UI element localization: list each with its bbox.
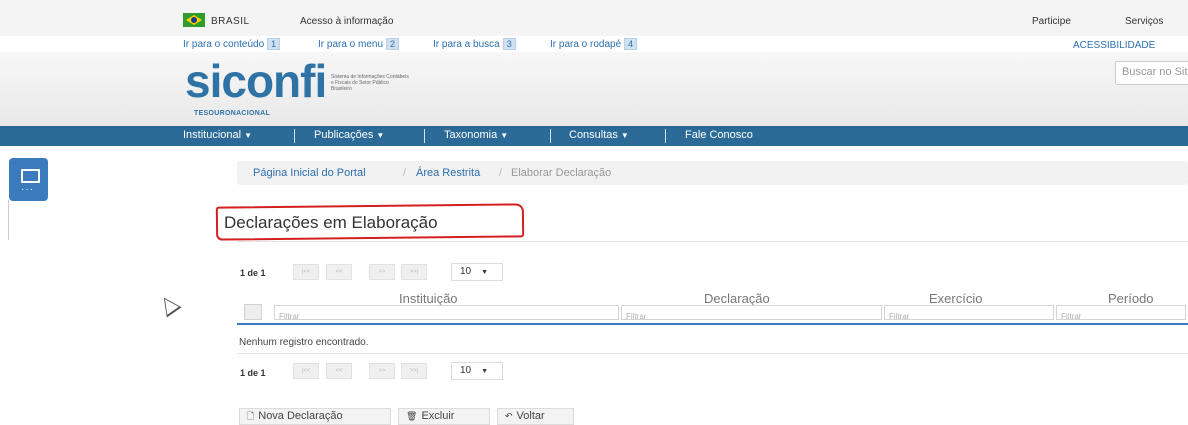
skip-link-label: Ir para o menu [318,39,384,50]
skip-link-key: 4 [624,38,638,50]
breadcrumb-home[interactable]: Página Inicial do Portal [253,167,366,179]
filter-declaracao[interactable] [621,305,882,323]
rows-per-page-value: 10 [460,365,472,376]
prev-page-button[interactable]: << [326,264,352,280]
prev-page-button[interactable]: << [326,363,352,379]
first-page-button[interactable]: |<< [293,264,319,280]
last-page-button[interactable]: >>| [401,363,427,379]
acessibilidade-link[interactable]: ACESSIBILIDADE [1073,40,1155,51]
skip-to-footer-link[interactable]: Ir para o rodapé 4 [550,38,638,50]
skip-link-label: Ir para o rodapé [550,39,622,50]
filter-input[interactable] [1057,310,1187,323]
accessibility-widget[interactable]: ··· [9,158,48,201]
paginator-bottom: 1 de 1 [240,368,266,378]
more-icon: ··· [21,184,34,195]
column-header-exercicio[interactable]: Exercício [929,291,982,306]
skip-link-key: 3 [502,38,516,50]
excluir-button[interactable]: 🗑 Excluir [398,408,490,425]
nav-fale-conosco[interactable]: Fale Conosco [685,129,753,141]
tesouro-nacional-logo: TESOURONACIONAL [194,110,271,117]
divider [237,353,1188,354]
filter-input[interactable] [275,310,609,323]
voltar-button[interactable]: ↶ Voltar [497,408,574,425]
column-header-instituicao[interactable]: Instituição [399,291,458,306]
site-header [0,52,1188,126]
brazil-flag-icon[interactable] [183,13,205,27]
nav-consultas[interactable]: Consultas ▼ [569,129,629,141]
breadcrumb-separator: / [403,167,407,179]
breadcrumb-area-restrita[interactable]: Área Restrita [416,167,480,179]
page-title: Declarações em Elaboração [224,213,438,232]
skip-link-key: 2 [386,38,400,50]
filter-input[interactable] [885,310,1053,323]
rows-per-page-select[interactable]: 10 ▼ [451,362,503,380]
servicos-link[interactable]: Serviços [1125,16,1163,27]
empty-message: Nenhum registro encontrado. [239,337,369,348]
skip-to-menu-link[interactable]: Ir para o menu 2 [318,38,400,50]
main-nav: Institucional ▼ Publicações ▼ Taxonomia ▼ C… [0,126,1188,146]
page-count: 1 de 1 [240,268,266,278]
nova-declaracao-button[interactable]: 🗋 Nova Declaração [239,408,391,425]
search-input[interactable] [1116,62,1188,82]
button-label: Voltar [516,410,545,422]
nav-publicacoes[interactable]: Publicações ▼ [314,129,384,141]
divider [8,200,9,240]
gov-bar: BRASIL Acesso à informação Participe Ser… [0,0,1188,36]
column-header-periodo[interactable]: Período [1108,291,1154,306]
nav-taxonomia[interactable]: Taxonomia ▼ [444,129,508,141]
button-label: Excluir [421,410,455,422]
filter-instituicao[interactable] [274,305,619,323]
caret-down-icon: ▼ [376,131,385,140]
siconfi-logo[interactable]: siconfi [185,58,327,104]
nav-institucional[interactable]: Institucional ▼ [183,129,252,141]
filter-periodo[interactable] [1056,305,1187,323]
nav-label: Institucional [183,129,242,141]
site-search[interactable] [1115,61,1188,85]
column-header-declaracao[interactable]: Declaração [704,291,770,306]
button-label: Nova Declaração [258,410,343,422]
breadcrumb-current: Elaborar Declaração [511,167,612,179]
logo-subtitle: Sistema de Informações Contábeis e Fisca… [331,74,409,92]
divider [237,241,1188,242]
skip-link-key: 1 [267,38,281,50]
monitor-icon [21,169,40,183]
caret-down-icon: ▼ [620,131,629,140]
last-page-button[interactable]: >>| [401,264,427,280]
acesso-informacao-link[interactable]: Acesso à informação [300,16,393,27]
caret-down-icon: ▼ [481,269,489,276]
nav-label: Consultas [569,129,618,141]
next-page-button[interactable]: >> [369,363,395,379]
caret-down-icon: ▼ [244,131,253,140]
paginator-top: 1 de 1 [240,268,266,278]
trash-icon: 🗑 [406,411,418,421]
breadcrumb: Página Inicial do Portal / Área Restrita… [237,161,1188,185]
skip-link-label: Ir para o conteúdo [183,39,265,50]
skip-to-content-link[interactable]: Ir para o conteúdo 1 [183,38,281,50]
nav-label: Taxonomia [444,129,498,141]
caret-down-icon: ▼ [500,131,509,140]
filter-exercicio[interactable] [884,305,1054,323]
table-header-border [237,323,1188,325]
brasil-link[interactable]: BRASIL [211,16,250,27]
page-count: 1 de 1 [240,368,266,378]
rows-per-page-select[interactable]: 10 ▼ [451,263,503,281]
back-arrow-icon: ↶ [505,411,513,421]
nav-label: Publicações [314,129,374,141]
new-document-icon: 🗋 [247,411,255,421]
caret-down-icon: ▼ [481,368,489,375]
breadcrumb-separator: / [499,167,503,179]
skip-link-label: Ir para a busca [433,39,500,50]
next-page-button[interactable]: >> [369,264,395,280]
filter-input[interactable] [622,310,877,323]
select-all-checkbox[interactable] [244,304,262,320]
participe-link[interactable]: Participe [1032,16,1071,27]
skip-to-search-link[interactable]: Ir para a busca 3 [433,38,516,50]
first-page-button[interactable]: |<< [293,363,319,379]
rows-per-page-value: 10 [460,266,472,277]
